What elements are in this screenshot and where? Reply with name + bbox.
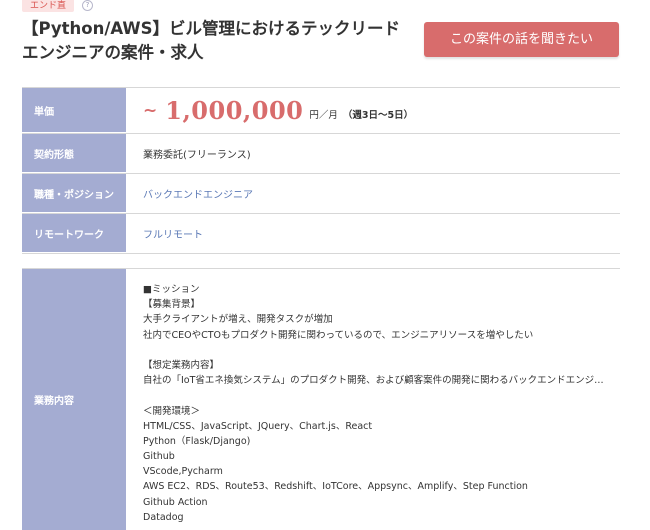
price-label: 単価: [22, 88, 126, 133]
end-direct-badge: エンド直: [22, 0, 75, 12]
price-row: 単価 ~ 1,000,000 円／月 （週3日〜5日）: [22, 88, 620, 134]
price-amount: 1,000,000: [165, 96, 304, 125]
help-icon[interactable]: ?: [82, 0, 94, 11]
price-tilde: ~: [143, 100, 158, 121]
description-label: 業務内容: [22, 269, 126, 530]
description-line: ■ミッション: [143, 284, 200, 295]
contract-row: 契約形態 業務委託(フリーランス): [22, 134, 620, 174]
job-title: 【Python/AWS】ビル管理におけるテックリードエンジニアの案件・求人: [22, 19, 401, 62]
job-details-table: 単価 ~ 1,000,000 円／月 （週3日〜5日） 契約形態 業務委託(フリ…: [22, 87, 620, 254]
description-line: ＜開発環境＞: [143, 405, 201, 417]
job-description-table: 業務内容 ■ミッション 【募集背景】大手クライアントが増え、開発タスクが増加社内で…: [22, 268, 620, 530]
description-line: Datadog: [143, 511, 184, 523]
description-line: AWS EC2、RDS、Route53、Redshift、IoTCore、App…: [143, 481, 528, 493]
inquire-button[interactable]: この案件の話を聞きたい: [424, 22, 619, 57]
price-days: （週3日〜5日）: [342, 109, 414, 121]
description-line: 社内でCEOやCTOもプロダクト開発に関わっているので、エンジニアリソースを増や…: [143, 329, 534, 341]
price-unit: 円／月: [309, 109, 338, 121]
role-value-cell: バックエンドエンジニア: [126, 174, 620, 213]
description-line: Github: [143, 451, 175, 463]
contract-value: 業務委託(フリーランス): [143, 150, 251, 161]
description-line: [143, 388, 613, 403]
contract-label: 契約形態: [22, 134, 126, 173]
remote-link[interactable]: フルリモート: [143, 226, 203, 241]
remote-row: リモートワーク フルリモート: [22, 214, 620, 254]
description-line: VScode,Pycharm: [143, 466, 223, 478]
description-line: HTML/CSS、JavaScript、JQuery、Chart.js、Reac…: [143, 420, 373, 432]
price-value: ~ 1,000,000 円／月 （週3日〜5日）: [126, 88, 620, 133]
description-row: 業務内容 ■ミッション 【募集背景】大手クライアントが増え、開発タスクが増加社内で…: [22, 269, 620, 530]
description-line: [143, 343, 613, 358]
description-body: ■ミッション 【募集背景】大手クライアントが増え、開発タスクが増加社内でCEOやC…: [126, 269, 620, 530]
description-line: 大手クライアントが増え、開発タスクが増加: [143, 314, 333, 326]
top-bar: エンド直 ?: [22, 0, 94, 12]
role-row: 職種・ポジション バックエンドエンジニア: [22, 174, 620, 214]
role-label: 職種・ポジション: [22, 174, 126, 213]
remote-value-cell: フルリモート: [126, 214, 620, 253]
remote-label: リモートワーク: [22, 214, 126, 253]
description-line: 【想定業務内容】: [143, 359, 220, 371]
description-line: 【募集背景】: [143, 299, 201, 311]
description-line: 自社の「IoT省エネ換気システム」のプロダクト開発、および顧客案件の開発に関わる…: [143, 375, 613, 387]
description-line: Github Action: [143, 496, 208, 508]
role-link[interactable]: バックエンドエンジニア: [143, 186, 253, 201]
description-line: Python（Flask/Django): [143, 435, 251, 447]
